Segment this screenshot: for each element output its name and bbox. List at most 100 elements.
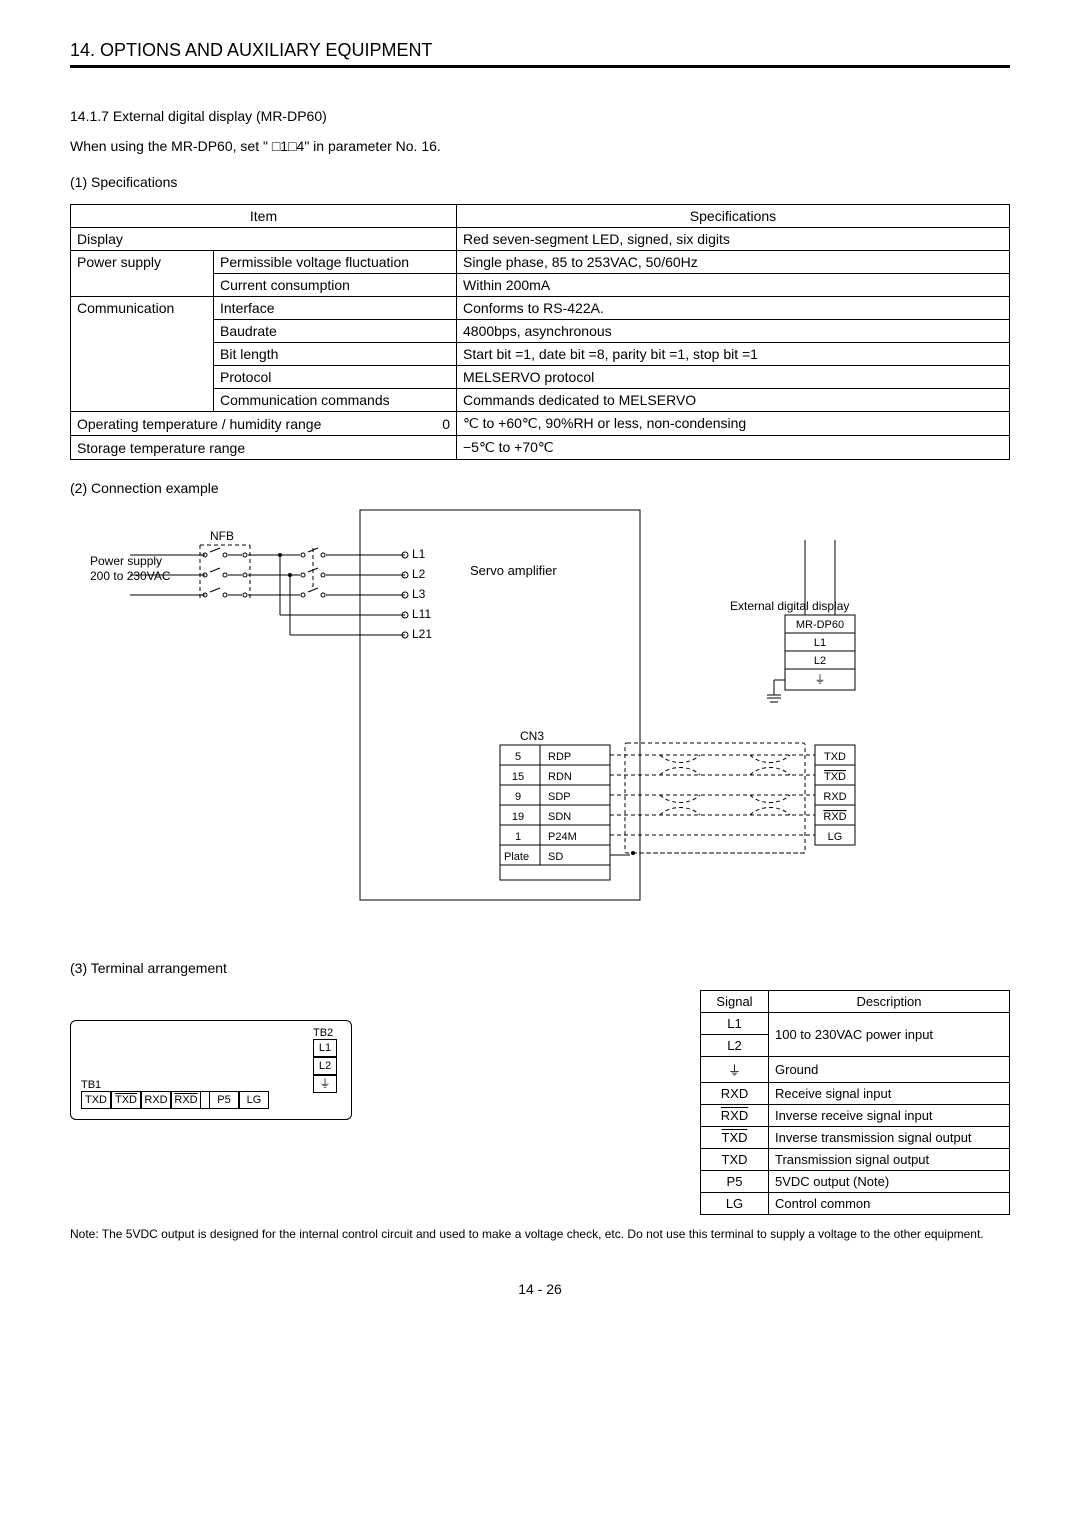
cell: Communication <box>71 297 214 412</box>
cell: Protocol <box>214 366 457 389</box>
cell-text: Operating temperature / humidity range <box>77 416 321 432</box>
cell: Bit length <box>214 343 457 366</box>
table-row: Communication Interface Conforms to RS-4… <box>71 297 1010 320</box>
diagram-label: Power supply <box>90 554 162 568</box>
tb-cell: P5 <box>209 1091 239 1109</box>
cell: TXD <box>701 1127 769 1149</box>
cell: L2 <box>701 1035 769 1057</box>
tb-cell: TXD <box>81 1091 111 1109</box>
diagram-label: TXD <box>824 751 846 763</box>
diagram-label: MR-DP60 <box>796 619 844 631</box>
header-rule <box>70 65 1010 68</box>
cell: Transmission signal output <box>769 1149 1010 1171</box>
tb1-label: TB1 <box>81 1079 341 1091</box>
cell: 100 to 230VAC power input <box>769 1013 1010 1057</box>
tb2-stack: TB2 L1 L2 ⏚ <box>313 1027 337 1093</box>
diagram-label: TXD <box>824 771 846 783</box>
cell: Conforms to RS-422A. <box>457 297 1010 320</box>
table-row: Display Red seven-segment LED, signed, s… <box>71 228 1010 251</box>
diagram-label: L1 <box>814 637 826 649</box>
diagram-label: SDP <box>548 791 571 803</box>
cell: ⏚ <box>701 1057 769 1083</box>
terminal-heading: (3) Terminal arrangement <box>70 960 1010 976</box>
diagram-label: SD <box>548 851 563 863</box>
table-header-row: Signal Description <box>701 991 1010 1013</box>
diagram-label: 9 <box>515 791 521 803</box>
cell: Ground <box>769 1057 1010 1083</box>
tb-cell: L2 <box>313 1057 337 1075</box>
cell: Communication commands <box>214 389 457 412</box>
diagram-label: L2 <box>412 567 426 581</box>
diagram-label: RDN <box>548 771 572 783</box>
cell: Current consumption <box>214 274 457 297</box>
terminal-block-diagram: TB2 L1 L2 ⏚ TB1 TXD TXD RXD RXD P5 LG <box>70 1020 352 1120</box>
diagram-label: L2 <box>814 655 826 667</box>
table-row: P5 5VDC output (Note) <box>701 1171 1010 1193</box>
cell: Single phase, 85 to 253VAC, 50/60Hz <box>457 251 1010 274</box>
tb-cell: LG <box>239 1091 269 1109</box>
col-description: Description <box>769 991 1010 1013</box>
diagram-label: 1 <box>515 831 521 843</box>
cell: −5℃ to +70℃ <box>457 436 1010 460</box>
table-row: Storage temperature range −5℃ to +70℃ <box>71 436 1010 460</box>
cell: Inverse receive signal input <box>769 1105 1010 1127</box>
cell: Inverse transmission signal output <box>769 1127 1010 1149</box>
section-title: 14.1.7 External digital display (MR-DP60… <box>70 108 1010 124</box>
diagram-label: Plate <box>504 851 529 863</box>
table-row: TXD Inverse transmission signal output <box>701 1127 1010 1149</box>
intro-paragraph: When using the MR-DP60, set " □1□4" in p… <box>70 138 1010 154</box>
tb-cell: ⏚ <box>313 1075 337 1093</box>
cell: Receive signal input <box>769 1083 1010 1105</box>
spec-table: Item Specifications Display Red seven-se… <box>70 204 1010 460</box>
cell: LG <box>701 1193 769 1215</box>
cell: Red seven-segment LED, signed, six digit… <box>457 228 1010 251</box>
cell: 4800bps, asynchronous <box>457 320 1010 343</box>
cell: Permissible voltage fluctuation <box>214 251 457 274</box>
cell: Within 200mA <box>457 274 1010 297</box>
col-item: Item <box>71 205 457 228</box>
cell-text: 0 <box>442 416 450 432</box>
diagram-label: 19 <box>512 811 524 823</box>
tb1-row: TXD TXD RXD RXD P5 LG <box>81 1091 341 1109</box>
cell: Control common <box>769 1193 1010 1215</box>
cell: Display <box>71 228 457 251</box>
diagram-label: L3 <box>412 587 426 601</box>
table-row: TXD Transmission signal output <box>701 1149 1010 1171</box>
diagram-label: RXD <box>823 791 846 803</box>
diagram-label: L11 <box>412 607 431 621</box>
table-row: Power supply Permissible voltage fluctua… <box>71 251 1010 274</box>
tb-cell: RXD <box>141 1091 171 1109</box>
cell: Start bit =1, date bit =8, parity bit =1… <box>457 343 1010 366</box>
spec-heading: (1) Specifications <box>70 174 1010 190</box>
chapter-title: 14. OPTIONS AND AUXILIARY EQUIPMENT <box>70 40 1010 61</box>
diagram-label: CN3 <box>520 729 544 743</box>
diagram-label: 5 <box>515 751 521 763</box>
cell: RXD <box>701 1083 769 1105</box>
cell: P5 <box>701 1171 769 1193</box>
table-row: RXD Receive signal input <box>701 1083 1010 1105</box>
table-row: RXD Inverse receive signal input <box>701 1105 1010 1127</box>
page-header: 14. OPTIONS AND AUXILIARY EQUIPMENT <box>70 40 1010 68</box>
cell: TXD <box>701 1149 769 1171</box>
diagram-label: SDN <box>548 811 571 823</box>
tb-gap <box>201 1091 209 1109</box>
tb2-label: TB2 <box>313 1027 337 1039</box>
page-number: 14 - 26 <box>70 1281 1010 1297</box>
diagram-label: L1 <box>412 547 426 561</box>
connection-diagram: Servo amplifier NFB L1 <box>70 510 1010 940</box>
diagram-label: 200 to 230VAC <box>90 569 171 583</box>
tb-cell: TXD <box>111 1091 141 1109</box>
cell: Interface <box>214 297 457 320</box>
cell: Power supply <box>71 251 214 297</box>
cell: Operating temperature / humidity range 0 <box>71 412 457 436</box>
diagram-label: P24M <box>548 831 577 843</box>
cell: Baudrate <box>214 320 457 343</box>
table-row: LG Control common <box>701 1193 1010 1215</box>
col-spec: Specifications <box>457 205 1010 228</box>
diagram-label: RXD <box>823 811 846 823</box>
cell: Commands dedicated to MELSERVO <box>457 389 1010 412</box>
cell: MELSERVO protocol <box>457 366 1010 389</box>
tb-cell: L1 <box>313 1039 337 1057</box>
col-signal: Signal <box>701 991 769 1013</box>
signal-table: Signal Description L1 100 to 230VAC powe… <box>700 990 1010 1215</box>
